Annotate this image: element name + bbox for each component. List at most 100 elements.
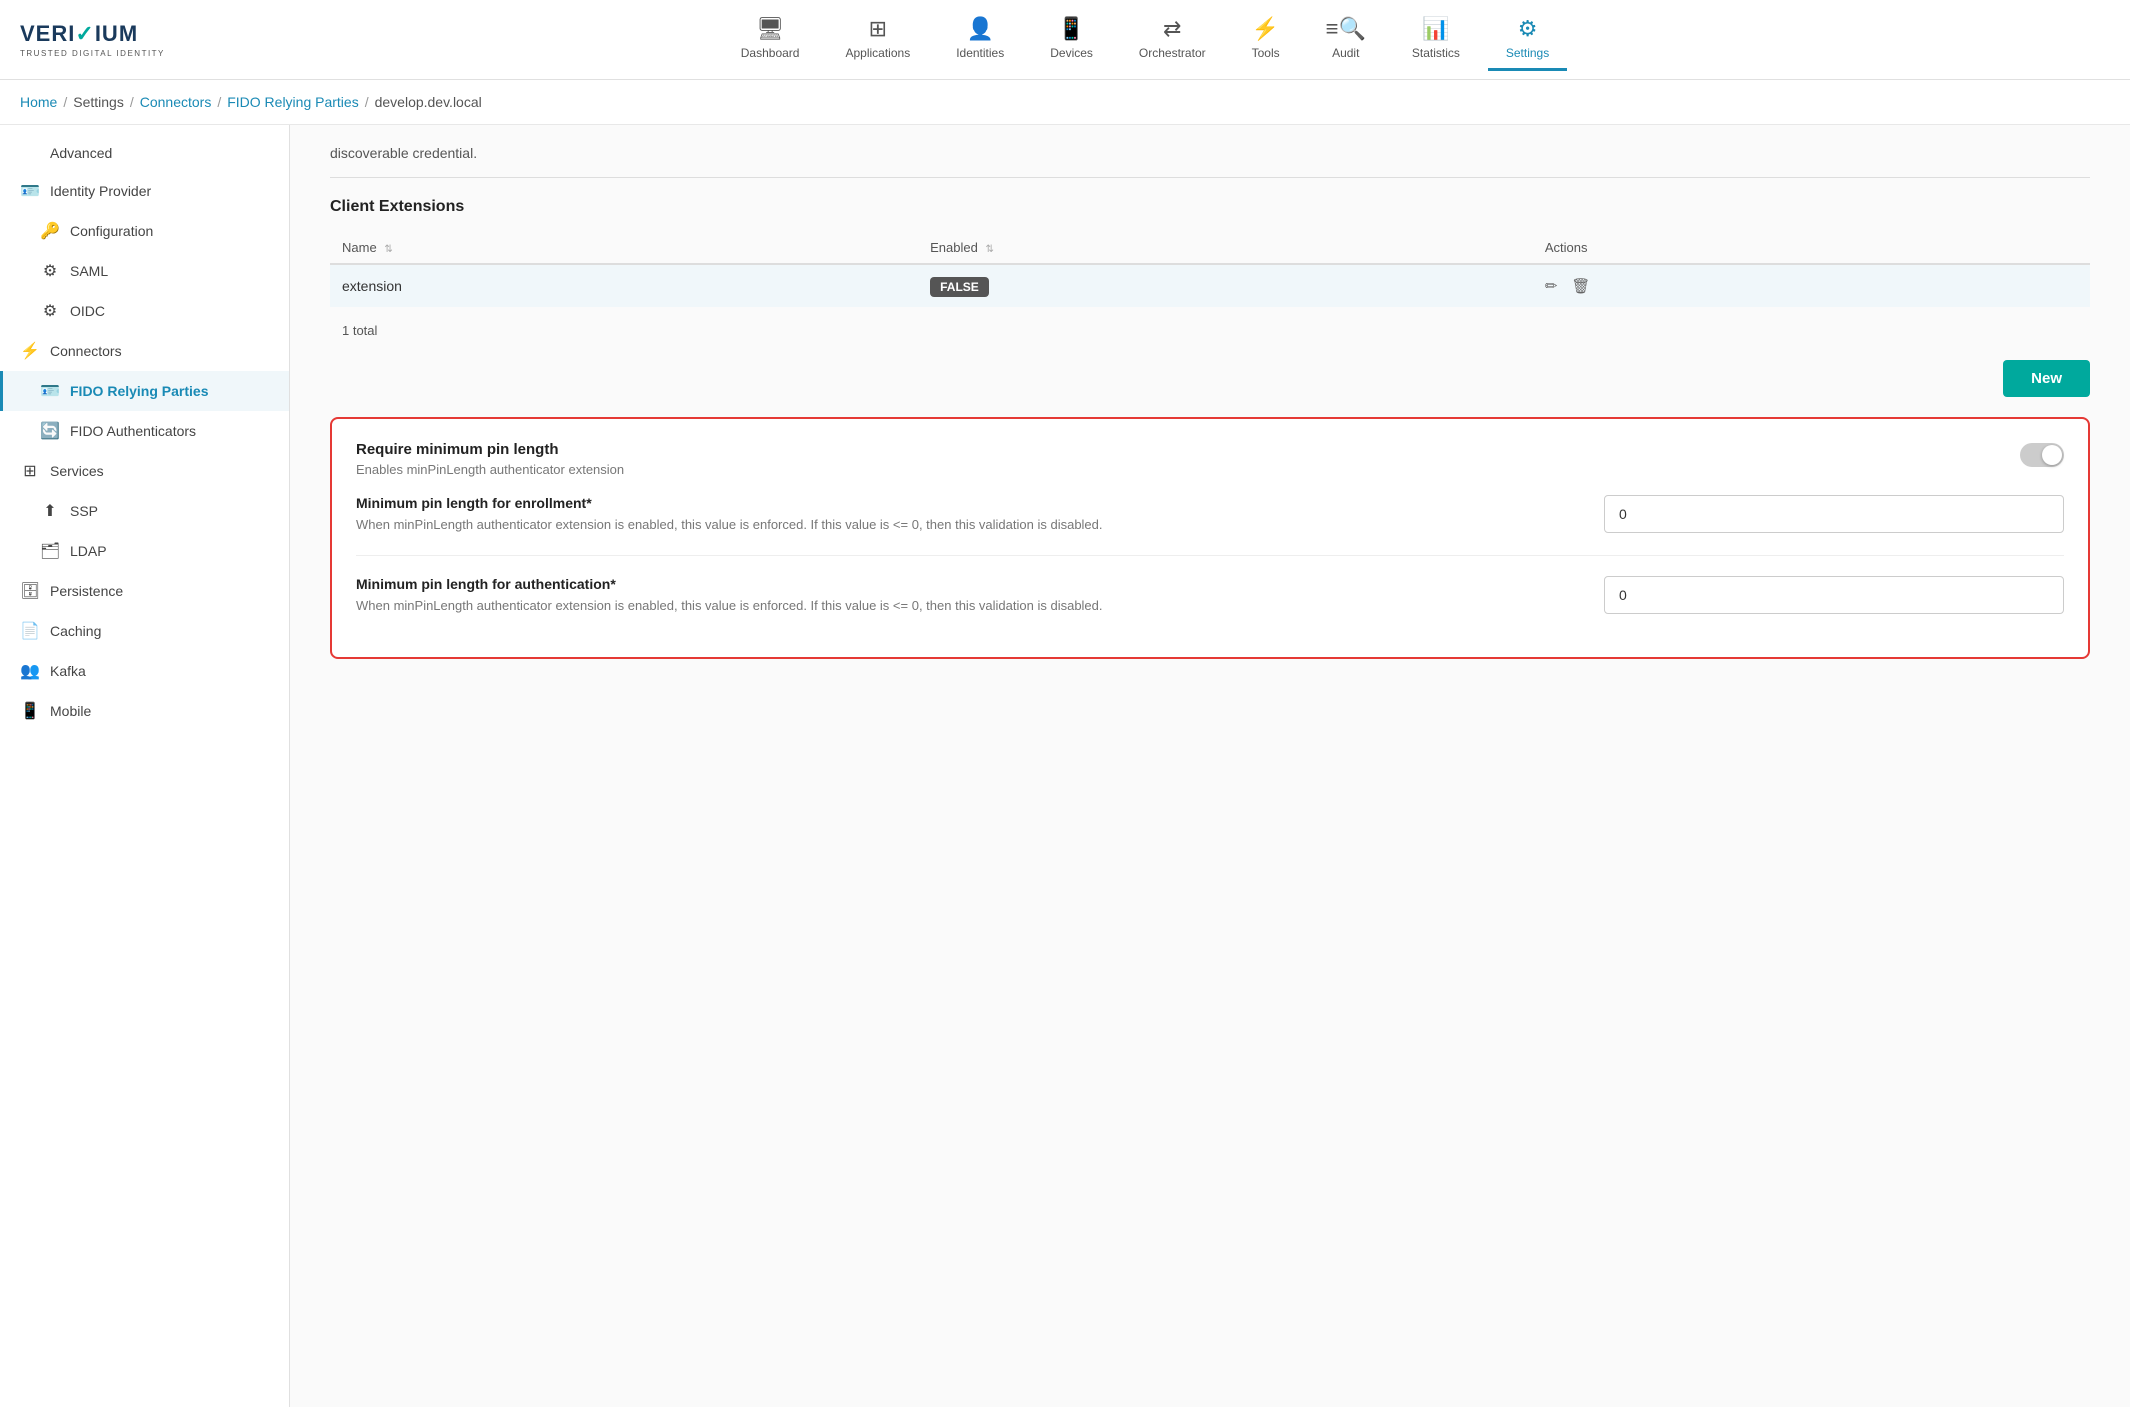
logo: VERI✓IUM TRUSTED DIGITAL IDENTITY xyxy=(20,21,180,58)
new-button[interactable]: New xyxy=(2003,360,2090,397)
col-actions: Actions xyxy=(1533,232,2090,264)
nav-item-identities[interactable]: 👤Identities xyxy=(938,8,1022,71)
sidebar-item-mobile[interactable]: 📱Mobile xyxy=(0,691,289,731)
audit-icon: ≡🔍 xyxy=(1326,16,1366,42)
devices-icon: 📱 xyxy=(1058,16,1085,42)
sidebar-item-ldap[interactable]: 🗂LDAP xyxy=(0,531,289,571)
sidebar-item-saml[interactable]: ⚙ SAML xyxy=(0,251,289,291)
main-nav: 🖥 Dashboard ⊞Applications👤Identities 📱 Devic… xyxy=(180,8,2110,71)
row-name: extension xyxy=(330,264,918,307)
toggle-description: Enables minPinLength authenticator exten… xyxy=(356,462,624,477)
nav-label-applications: Applications xyxy=(845,46,910,60)
breadcrumb-text-4: develop.dev.local xyxy=(375,94,482,110)
saml-icon: ⚙ xyxy=(40,261,60,281)
sidebar-item-connectors[interactable]: ⚡ Connectors xyxy=(0,331,289,371)
sidebar-item-advanced[interactable]: Advanced xyxy=(0,135,289,171)
sidebar-item-caching[interactable]: 📄 Caching xyxy=(0,611,289,651)
sidebar-label-ldap: LDAP xyxy=(70,543,107,559)
breadcrumb-sep-3: / xyxy=(365,94,369,110)
col-name: Name ⇅ xyxy=(330,232,918,264)
logo-tagline: TRUSTED DIGITAL IDENTITY xyxy=(20,49,180,58)
delete-icon[interactable]: 🗑 xyxy=(1571,278,1590,295)
table-row: extension FALSE ✏ 🗑 xyxy=(330,264,2090,307)
nav-label-dashboard: Dashboard xyxy=(741,46,800,60)
field-label-area-0: Minimum pin length for enrollment* When … xyxy=(356,495,1584,535)
nav-item-tools[interactable]: ⚡Tools xyxy=(1234,8,1298,71)
nav-label-identities: Identities xyxy=(956,46,1004,60)
field-input-1[interactable] xyxy=(1604,576,2064,614)
sidebar-label-kafka: Kafka xyxy=(50,663,86,679)
mobile-icon: 📱 xyxy=(20,701,40,721)
sidebar-label-persistence: Persistence xyxy=(50,583,123,599)
min-pin-toggle[interactable] xyxy=(2020,443,2064,467)
toggle-label: Require minimum pin length xyxy=(356,441,624,458)
sidebar-label-saml: SAML xyxy=(70,263,108,279)
field-desc-0: When minPinLength authenticator extensio… xyxy=(356,515,1584,535)
services-icon: ⊞ xyxy=(20,461,40,481)
row-enabled: FALSE xyxy=(918,264,1533,307)
breadcrumb-link-3[interactable]: FIDO Relying Parties xyxy=(227,94,358,110)
field-input-0[interactable] xyxy=(1604,495,2064,533)
nav-label-orchestrator: Orchestrator xyxy=(1139,46,1206,60)
nav-label-devices: Devices xyxy=(1050,46,1093,60)
field-input-area-1 xyxy=(1604,576,2064,614)
total-text: 1 total xyxy=(330,317,2090,344)
sidebar-item-oidc[interactable]: ⚙OIDC xyxy=(0,291,289,331)
configuration-icon: 🔑 xyxy=(40,221,60,241)
sidebar-label-services: Services xyxy=(50,463,104,479)
settings-icon: ⚙ xyxy=(1518,16,1538,42)
nav-label-audit: Audit xyxy=(1332,46,1359,60)
breadcrumb-text-1: Settings xyxy=(73,94,124,110)
fido-authenticators-icon: 🔄 xyxy=(40,421,60,441)
nav-item-dashboard[interactable]: 🖥 Dashboard xyxy=(723,8,818,71)
orchestrator-icon: ⇄ xyxy=(1163,16,1181,42)
content-note: discoverable credential. xyxy=(330,145,2090,178)
ssp-icon: ⬆ xyxy=(40,501,60,521)
sort-name-icon[interactable]: ⇅ xyxy=(384,244,392,255)
sidebar-item-configuration[interactable]: 🔑 Configuration xyxy=(0,211,289,251)
sidebar-label-fido-authenticators: FIDO Authenticators xyxy=(70,423,196,439)
sidebar-label-caching: Caching xyxy=(50,623,101,639)
nav-item-applications[interactable]: ⊞Applications xyxy=(827,8,928,71)
dashboard-icon: 🖥 xyxy=(756,16,784,42)
sidebar-label-ssp: SSP xyxy=(70,503,98,519)
sort-enabled-icon[interactable]: ⇅ xyxy=(985,244,993,255)
toggle-row: Require minimum pin length Enables minPi… xyxy=(356,441,2064,477)
main-content: discoverable credential. Client Extensio… xyxy=(290,125,2130,1407)
sidebar-item-services[interactable]: ⊞ Services xyxy=(0,451,289,491)
nav-item-audit[interactable]: ≡🔍 Audit xyxy=(1308,8,1384,71)
sidebar-item-persistence[interactable]: 🗄Persistence xyxy=(0,571,289,611)
breadcrumb: Home/Settings/Connectors/FIDO Relying Pa… xyxy=(0,80,2130,125)
caching-icon: 📄 xyxy=(20,621,40,641)
nav-item-statistics[interactable]: 📊Statistics xyxy=(1394,8,1478,71)
sidebar-item-fido-authenticators[interactable]: 🔄 FIDO Authenticators xyxy=(0,411,289,451)
sidebar-label-connectors: Connectors xyxy=(50,343,122,359)
top-nav: VERI✓IUM TRUSTED DIGITAL IDENTITY 🖥 Dashb… xyxy=(0,0,2130,80)
sidebar: Advanced🪪Identity Provider🔑Configuration… xyxy=(0,125,290,1407)
enabled-badge: FALSE xyxy=(930,277,989,297)
toggle-label-area: Require minimum pin length Enables minPi… xyxy=(356,441,624,477)
sidebar-item-identity-provider[interactable]: 🪪Identity Provider xyxy=(0,171,289,211)
sidebar-item-ssp[interactable]: ⬆ SSP xyxy=(0,491,289,531)
statistics-icon: 📊 xyxy=(1422,16,1449,42)
nav-item-settings[interactable]: ⚙Settings xyxy=(1488,8,1567,71)
sidebar-label-advanced: Advanced xyxy=(50,145,112,161)
kafka-icon: 👥 xyxy=(20,661,40,681)
nav-item-orchestrator[interactable]: ⇄ Orchestrator xyxy=(1121,8,1224,71)
fido-relying-parties-icon: 🪪 xyxy=(40,381,60,401)
field-input-area-0 xyxy=(1604,495,2064,533)
red-section-fields: Minimum pin length for enrollment* When … xyxy=(356,495,2064,635)
sidebar-item-kafka[interactable]: 👥 Kafka xyxy=(0,651,289,691)
pin-field-0: Minimum pin length for enrollment* When … xyxy=(356,495,2064,556)
sidebar-label-configuration: Configuration xyxy=(70,223,153,239)
nav-item-devices[interactable]: 📱 Devices xyxy=(1032,8,1111,71)
logo-name: VERI✓IUM xyxy=(20,21,180,47)
sidebar-label-identity-provider: Identity Provider xyxy=(50,183,151,199)
edit-icon[interactable]: ✏ xyxy=(1545,278,1558,295)
breadcrumb-link-2[interactable]: Connectors xyxy=(140,94,212,110)
sidebar-item-fido-relying-parties[interactable]: 🪪FIDO Relying Parties xyxy=(0,371,289,411)
layout: Advanced🪪Identity Provider🔑Configuration… xyxy=(0,125,2130,1407)
connectors-icon: ⚡ xyxy=(20,341,40,361)
breadcrumb-sep-1: / xyxy=(130,94,134,110)
breadcrumb-link-0[interactable]: Home xyxy=(20,94,57,110)
